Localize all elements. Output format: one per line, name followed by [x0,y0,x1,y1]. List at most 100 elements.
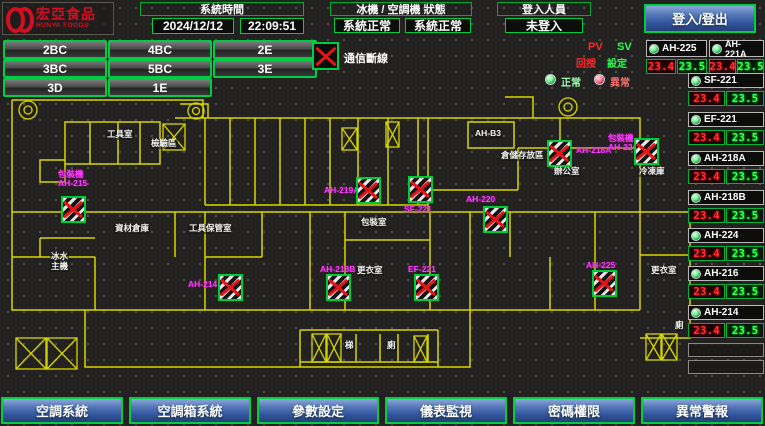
room-label: 工具室 [106,130,134,140]
equipment-ah-218a[interactable]: AH-218A [688,151,764,166]
pv-desc-label: 回授 [576,55,596,70]
nav-button-password-auth[interactable]: 密碼權限 [513,397,635,424]
machine-status-label: 冰機 / 空調機 狀態 [330,2,472,16]
floor-button-1e[interactable]: 1E [108,78,212,97]
room-label: 冰水 主機 [50,252,69,272]
status-led-icon [712,44,722,54]
pv-value: 23.4 [688,91,725,106]
device-label-ah-218a: AH-218A [576,146,611,155]
status-led-icon [691,193,701,203]
normal-led-icon [545,74,556,85]
logo: 宏亞食品 HUNYA FOODS [2,2,114,35]
status-led-icon [691,269,701,279]
room-label: 包裝室 [360,218,388,228]
device-icon-ah-219a[interactable] [356,177,381,204]
nav-button-hvac-system[interactable]: 空調系統 [1,397,123,424]
pv-value: 23.4 [688,246,725,261]
sv-value: 23.5 [726,130,764,145]
pv-legend-label: PV [588,41,603,53]
comm-loss-label: 通信斷線 [344,50,388,66]
floor-button-3d[interactable]: 3D [3,78,107,97]
sv-value: 23.5 [726,284,764,299]
sv-value: 23.5 [726,246,764,261]
device-label-ah-225: AH-225 [586,261,615,270]
equipment-sf-221[interactable]: SF-221 [688,73,764,88]
pv-value: 23.4 [709,59,736,74]
floor-button-4bc[interactable]: 4BC [108,40,212,59]
floor-button-2bc[interactable]: 2BC [3,40,107,59]
room-label: 冷凍庫 [638,167,666,177]
nav-button-alarm[interactable]: 異常警報 [641,397,763,424]
sv-value: 23.5 [737,59,764,74]
login-user-value: 未登入 [505,18,583,33]
sv-value: 23.5 [726,91,764,106]
equipment-slot-empty [688,343,764,357]
device-label-ah-220: AH-220 [466,195,495,204]
normal-legend-label: 正常 [561,74,581,89]
nav-button-ahu-system[interactable]: 空調箱系統 [129,397,251,424]
ahu-status-value: 系統正常 [405,18,471,33]
room-label: 廁 [674,321,685,331]
room-label: 更衣室 [650,266,678,276]
room-label: 更衣室 [356,266,384,276]
equipment-ah-218b[interactable]: AH-218B [688,190,764,205]
floor-button-5bc[interactable]: 5BC [108,59,212,78]
status-led-icon [691,308,701,318]
abnormal-led-icon [594,74,605,85]
nav-button-parameters[interactable]: 參數設定 [257,397,379,424]
floor-button-3bc[interactable]: 3BC [3,59,107,78]
device-icon-ah-218b[interactable] [326,274,351,301]
pv-value: 23.4 [646,59,676,74]
floor-button-2e[interactable]: 2E [213,40,317,59]
status-led-icon [691,115,701,125]
nav-button-meter-monitor[interactable]: 儀表監視 [385,397,507,424]
room-label: 倉儲存放區 [500,151,545,161]
device-icon-ah-215[interactable] [61,196,86,223]
device-label-ah-224: 包裝機AH-224 [608,134,637,153]
logo-icon [6,6,32,32]
room-label: 資材倉庫 [114,224,150,234]
device-icon-ah-220[interactable] [483,206,508,233]
chiller-status-value: 系統正常 [334,18,400,33]
device-icon-ef-221[interactable] [414,274,439,301]
logo-subtitle: HUNYA FOODS [36,23,96,30]
equipment-ef-221[interactable]: EF-221 [688,112,764,127]
equipment-ah-221a[interactable]: AH-221A [709,40,764,57]
device-icon-ah-224[interactable] [634,138,659,165]
login-user-label: 登入人員 [497,2,591,16]
device-label-ah-219a: AH-219A [324,186,359,195]
device-label-ah-214: AH-214 [188,280,217,289]
equipment-ah-216[interactable]: AH-216 [688,266,764,281]
device-icon-ah-214[interactable] [218,274,243,301]
sv-value: 23.5 [726,169,764,184]
status-led-icon [649,44,659,54]
room-label: 辦公室 [553,167,581,177]
equipment-ah-225[interactable]: AH-225 [646,40,707,57]
hmi-screen: 宏亞食品 HUNYA FOODS 系統時間 2024/12/12 22:09:5… [0,0,765,426]
abnormal-legend-label: 異常 [610,74,630,89]
logo-title: 宏亞食品 [36,7,96,21]
room-label: 檢驗區 [150,139,178,149]
room-label: 工具保管室 [188,224,233,234]
comm-loss-icon [312,42,339,70]
device-label-ef-221: EF-221 [408,265,436,274]
device-icon-ah-225[interactable] [592,270,617,297]
device-label-ah-215: 包裝機AH-215 [58,170,87,189]
room-label: 廁 [386,341,397,351]
room-label: 梯 [344,341,355,351]
device-icon-ah-218a[interactable] [547,140,572,167]
floor-button-3e[interactable]: 3E [213,59,317,78]
status-led-icon [691,231,701,241]
pv-value: 23.4 [688,130,725,145]
system-date-value: 2024/12/12 [152,18,234,34]
system-time-label: 系統時間 [140,2,304,16]
device-label-sf-221: SF-221 [404,205,432,214]
device-icon-sf-221[interactable] [408,176,433,203]
login-logout-button[interactable]: 登入/登出 [644,4,756,33]
equipment-ah-214[interactable]: AH-214 [688,305,764,320]
equipment-slot-empty [688,360,764,374]
room-label: AH-B3 [474,129,502,139]
status-led-icon [691,76,701,86]
equipment-ah-224[interactable]: AH-224 [688,228,764,243]
sv-legend-label: SV [617,41,632,53]
